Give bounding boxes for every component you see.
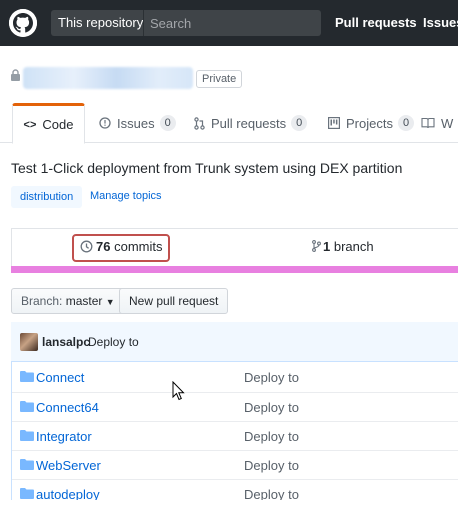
- file-commit-message[interactable]: Deploy to: [244, 370, 299, 385]
- table-row[interactable]: Connect64 Deploy to: [12, 392, 458, 421]
- commits-count: 76: [96, 239, 111, 254]
- commit-message[interactable]: Deploy to: [88, 335, 139, 349]
- file-name[interactable]: Connect: [36, 370, 84, 385]
- tab-issues[interactable]: Issues 0: [99, 103, 176, 143]
- folder-icon: [20, 430, 34, 441]
- manage-topics-link[interactable]: Manage topics: [90, 190, 162, 202]
- tab-label: Projects: [346, 115, 393, 131]
- table-row[interactable]: WebServer Deploy to: [12, 450, 458, 479]
- tab-pull-requests[interactable]: Pull requests 0: [194, 103, 308, 143]
- tab-projects[interactable]: Projects 0: [328, 103, 415, 143]
- branch-label: branch: [333, 239, 374, 254]
- nav-issues[interactable]: Issues: [423, 15, 458, 30]
- folder-icon: [20, 371, 34, 382]
- caret-down-icon: ▼: [105, 297, 115, 307]
- topic-tag[interactable]: distribution: [11, 186, 83, 208]
- avatar[interactable]: [20, 333, 38, 351]
- folder-icon: [20, 459, 34, 470]
- table-row[interactable]: autodeploy Deploy to: [12, 479, 458, 500]
- file-name[interactable]: Connect64: [36, 400, 99, 415]
- torn-edge-right: [458, 0, 464, 506]
- search-scope-label[interactable]: This repository: [51, 10, 151, 36]
- nav-pull-requests[interactable]: Pull requests: [335, 15, 417, 30]
- search-input[interactable]: [143, 10, 321, 36]
- folder-icon: [20, 488, 34, 499]
- tab-label: Issues: [117, 115, 155, 131]
- issues-counter: 0: [159, 115, 176, 131]
- repo-tabs: <> Code Issues 0 Pull requests 0 Project…: [0, 103, 458, 144]
- pull-request-icon: [194, 116, 205, 130]
- file-commit-message[interactable]: Deploy to: [244, 429, 299, 444]
- branch-count: 1: [323, 239, 331, 254]
- issue-icon: [99, 117, 111, 129]
- file-name[interactable]: autodeploy: [36, 487, 100, 500]
- table-row[interactable]: Connect Deploy to: [12, 363, 458, 392]
- github-logo-icon[interactable]: [9, 9, 37, 37]
- lock-icon: [11, 69, 20, 81]
- global-header: This repository Pull requests Issues: [0, 0, 458, 46]
- project-icon: [328, 117, 340, 129]
- commits-link[interactable]: 76 commits: [80, 239, 162, 254]
- repo-name-redacted[interactable]: [23, 67, 193, 89]
- projects-counter: 0: [397, 115, 415, 131]
- commits-label: commits: [114, 239, 163, 254]
- branch-select-value: master: [65, 294, 103, 308]
- torn-edge-bottom: [0, 500, 464, 506]
- file-commit-message[interactable]: Deploy to: [244, 400, 299, 415]
- history-icon: [80, 240, 93, 253]
- tab-wiki[interactable]: W: [421, 103, 453, 143]
- tab-code[interactable]: <> Code: [12, 103, 85, 144]
- file-name[interactable]: Integrator: [36, 429, 92, 444]
- tab-label: Code: [42, 117, 74, 132]
- file-name[interactable]: WebServer: [36, 458, 101, 473]
- table-row[interactable]: Integrator Deploy to: [12, 421, 458, 450]
- new-pull-request-button[interactable]: New pull request: [119, 288, 229, 314]
- commit-author[interactable]: lansalpc: [42, 335, 90, 349]
- language-bar[interactable]: [11, 266, 458, 273]
- file-commit-message[interactable]: Deploy to: [244, 487, 299, 500]
- branch-select-button[interactable]: Branch: master ▼: [11, 288, 125, 314]
- mouse-cursor-icon: [172, 381, 185, 401]
- page: This repository Pull requests Issues Pri…: [0, 0, 458, 500]
- branches-link[interactable]: 1 branch: [312, 239, 374, 254]
- private-badge: Private: [196, 70, 243, 88]
- folder-icon: [20, 401, 34, 412]
- tab-label: W: [441, 115, 454, 131]
- pull-requests-counter: 0: [291, 115, 308, 131]
- code-icon: <>: [23, 118, 37, 131]
- branch-select-prefix: Branch:: [21, 294, 63, 308]
- tab-label: Pull requests: [211, 115, 287, 131]
- repo-description: Test 1-Click deployment from Trunk syste…: [11, 160, 403, 176]
- wiki-icon: [421, 117, 435, 129]
- file-commit-message[interactable]: Deploy to: [244, 458, 299, 473]
- branch-icon: [312, 240, 321, 252]
